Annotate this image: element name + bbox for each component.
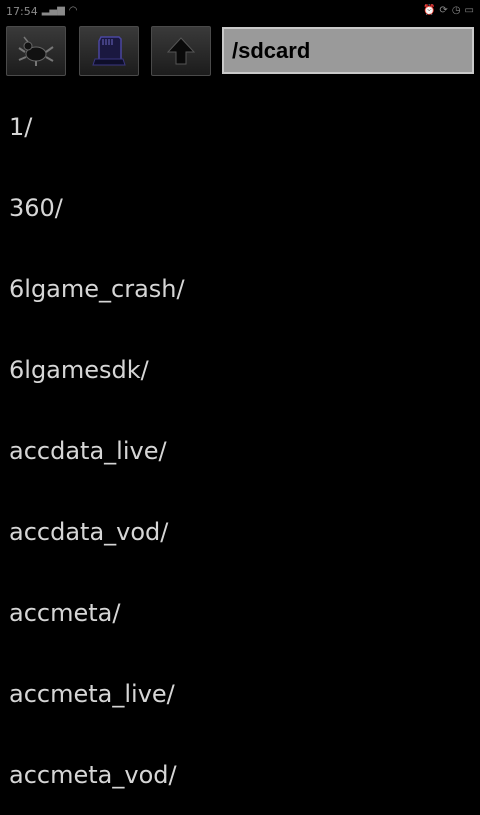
bug-button[interactable] <box>6 26 66 76</box>
path-input[interactable]: /sdcard <box>222 27 474 74</box>
sdcard-button[interactable] <box>79 26 139 76</box>
alarm-icon: ⏰ <box>422 5 436 16</box>
clock-icon: ◷ <box>451 5 461 16</box>
status-left: 17:54 ▂▄▆ ◠ <box>6 5 78 18</box>
file-item[interactable]: accdata_live/ <box>0 410 480 491</box>
toolbar: /sdcard <box>0 22 480 80</box>
file-item[interactable]: 6lgamesdk/ <box>0 329 480 410</box>
signal-icon: ▂▄▆ <box>41 5 65 16</box>
file-list: 1/ 360/ 6lgame_crash/ 6lgamesdk/ accdata… <box>0 86 480 815</box>
battery-icon: ▭ <box>464 5 474 16</box>
sdcard-icon <box>92 36 126 66</box>
file-item[interactable]: accmeta/ <box>0 572 480 653</box>
up-arrow-icon <box>166 37 196 65</box>
status-right: ⏰ ⟳ ◷ ▭ <box>423 6 474 16</box>
wifi-icon: ◠ <box>68 5 78 16</box>
up-directory-button[interactable] <box>151 26 211 76</box>
status-time: 17:54 <box>6 4 38 18</box>
sync-icon: ⟳ <box>439 5 448 16</box>
file-item[interactable]: 1/ <box>0 86 480 167</box>
file-item[interactable]: 6lgame_crash/ <box>0 248 480 329</box>
file-item[interactable]: accdata_vod/ <box>0 491 480 572</box>
bug-icon <box>18 36 54 66</box>
file-item[interactable]: 360/ <box>0 167 480 248</box>
file-item[interactable]: accmeta_live/ <box>0 653 480 734</box>
file-item[interactable]: accmeta_vod/ <box>0 734 480 815</box>
status-bar: 17:54 ▂▄▆ ◠ ⏰ ⟳ ◷ ▭ <box>0 0 480 22</box>
